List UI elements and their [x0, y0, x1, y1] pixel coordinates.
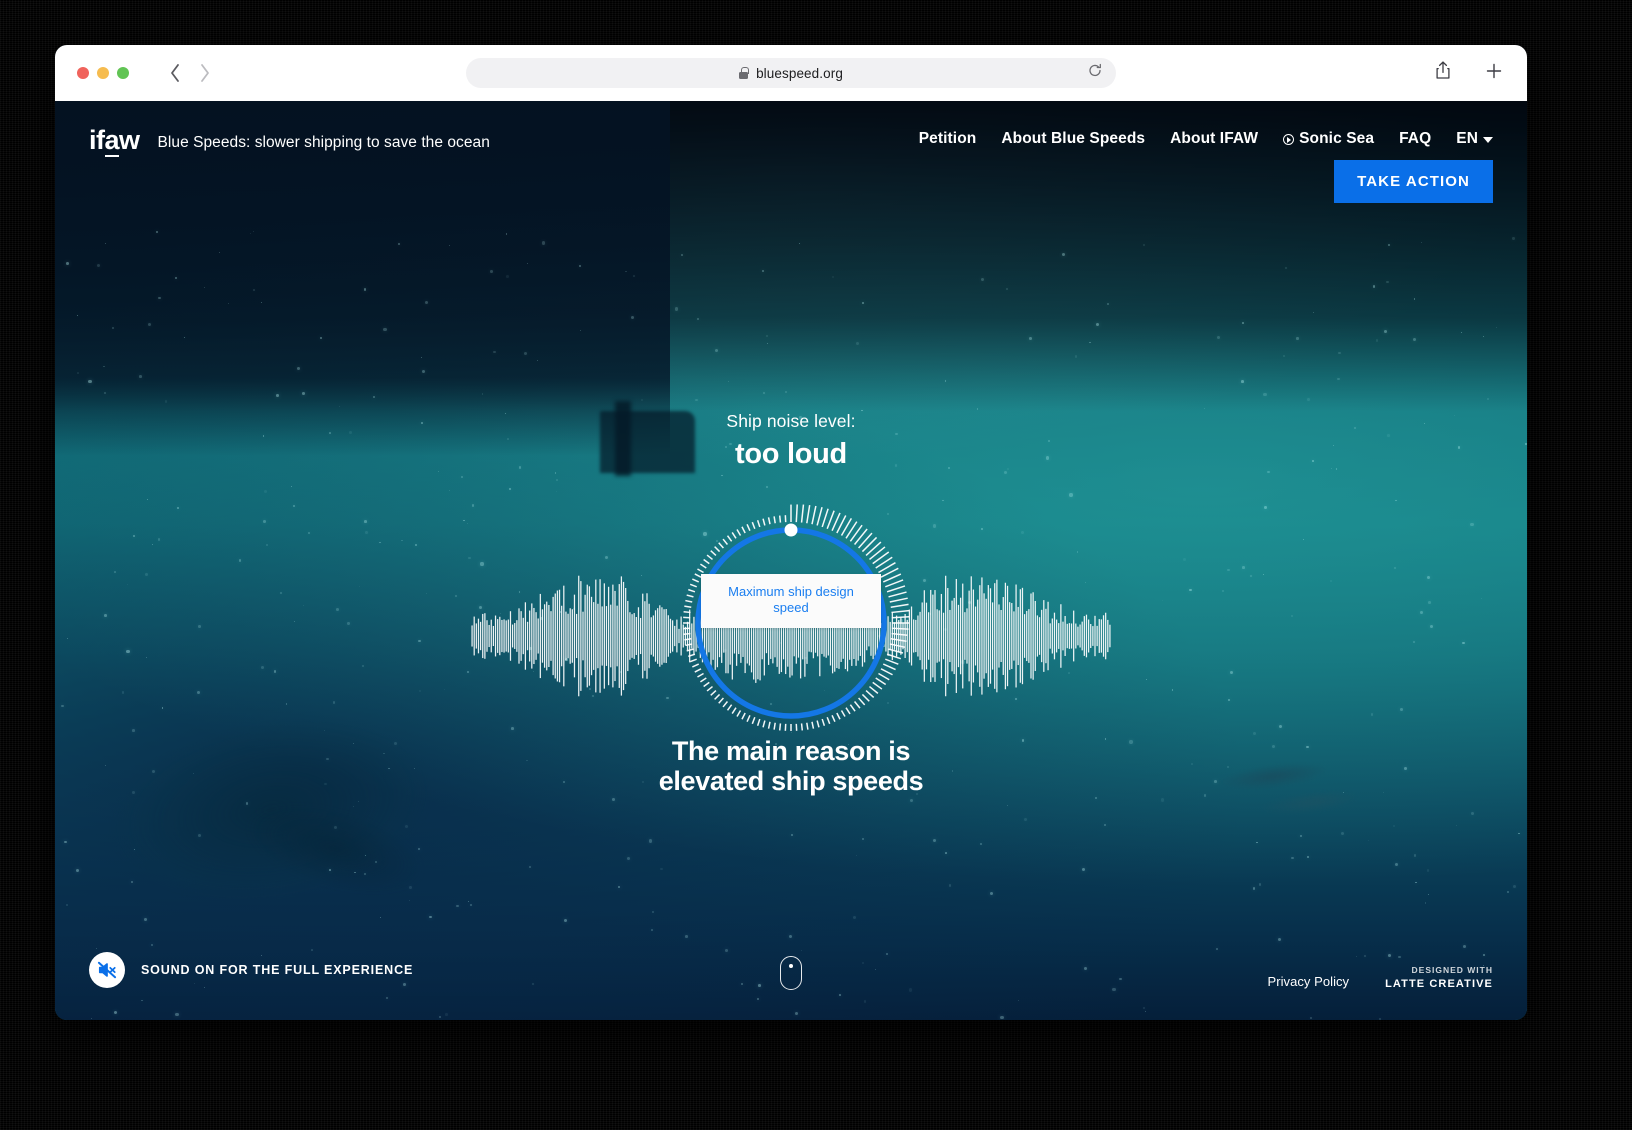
dial-knob	[784, 523, 798, 537]
url-text: bluespeed.org	[756, 65, 843, 81]
plus-icon[interactable]	[1485, 62, 1503, 85]
address-bar[interactable]: bluespeed.org	[466, 58, 1116, 88]
nav-item-about-ifaw[interactable]: About IFAW	[1170, 130, 1258, 148]
lock-icon	[739, 67, 749, 79]
dial-tooltip: Maximum ship design speed	[701, 574, 881, 628]
forward-button[interactable]	[199, 63, 211, 83]
header-right: Petition About Blue Speeds About IFAW So…	[919, 127, 1493, 203]
browser-window: bluespeed.org ifaw Blue Speeds: slower s…	[55, 45, 1527, 1020]
nav-label: FAQ	[1399, 130, 1432, 147]
nav-label: Sonic Sea	[1299, 130, 1375, 147]
language-label: EN	[1456, 130, 1478, 147]
credit-studio: LATTE CREATIVE	[1385, 978, 1493, 990]
address-bar-content: bluespeed.org	[739, 66, 843, 81]
credit-prefix: DESIGNED WITH	[1411, 965, 1493, 975]
footer-right: Privacy Policy DESIGNED WITH LATTE CREAT…	[1268, 965, 1494, 990]
address-bar-wrap: bluespeed.org	[466, 58, 1116, 88]
language-selector[interactable]: EN	[1456, 130, 1493, 148]
privacy-policy-link[interactable]: Privacy Policy	[1268, 974, 1350, 990]
brand: ifaw Blue Speeds: slower shipping to sav…	[89, 125, 490, 157]
reload-icon[interactable]	[1088, 63, 1102, 83]
back-button[interactable]	[169, 63, 181, 83]
hero-section: Ship noise level: too loud Maximum ship …	[55, 101, 1527, 1020]
nav-label: About Blue Speeds	[1001, 130, 1146, 147]
browser-chrome-actions	[1435, 45, 1503, 101]
noise-level-value: too loud	[735, 438, 847, 470]
browser-chrome: bluespeed.org	[55, 45, 1527, 101]
browser-nav-arrows	[169, 63, 211, 83]
headline-line-2: elevated ship speeds	[658, 766, 924, 797]
logo-part-1: if	[89, 125, 105, 155]
share-icon[interactable]	[1435, 61, 1451, 85]
play-circle-icon	[1283, 133, 1295, 145]
take-action-button[interactable]: TAKE ACTION	[1334, 160, 1493, 203]
nav-item-about-blue-speeds[interactable]: About Blue Speeds	[1001, 130, 1145, 148]
hero-headline: The main reason is elevated ship speeds	[659, 736, 924, 796]
site-tagline: Blue Speeds: slower shipping to save the…	[157, 133, 490, 151]
logo-part-2: w	[119, 125, 140, 155]
main-nav: Petition About Blue Speeds About IFAW So…	[919, 130, 1493, 148]
speaker-muted-icon	[89, 952, 125, 988]
page-viewport: ifaw Blue Speeds: slower shipping to sav…	[55, 101, 1527, 1020]
window-traffic-lights	[77, 67, 129, 79]
close-window-button[interactable]	[77, 67, 89, 79]
sound-toggle-label: SOUND ON FOR THE FULL EXPERIENCE	[141, 963, 414, 977]
site-header: ifaw Blue Speeds: slower shipping to sav…	[55, 101, 1527, 203]
logo-part-underlined: a	[104, 125, 120, 157]
nav-item-faq[interactable]: FAQ	[1399, 130, 1431, 148]
noise-level-label: Ship noise level:	[726, 411, 856, 431]
minimize-window-button[interactable]	[97, 67, 109, 79]
nav-item-petition[interactable]: Petition	[919, 130, 977, 148]
nav-label: Petition	[918, 130, 977, 147]
design-credit[interactable]: DESIGNED WITH LATTE CREATIVE	[1385, 965, 1493, 990]
chevron-down-icon	[1483, 137, 1493, 143]
maximize-window-button[interactable]	[117, 67, 129, 79]
sound-toggle[interactable]: SOUND ON FOR THE FULL EXPERIENCE	[89, 952, 413, 988]
ifaw-logo[interactable]: ifaw	[89, 125, 140, 157]
nav-item-sonic-sea[interactable]: Sonic Sea	[1283, 130, 1374, 148]
headline-line-1: The main reason is	[671, 736, 911, 766]
scroll-mouse-icon[interactable]	[780, 956, 802, 990]
nav-label: About IFAW	[1170, 130, 1259, 147]
